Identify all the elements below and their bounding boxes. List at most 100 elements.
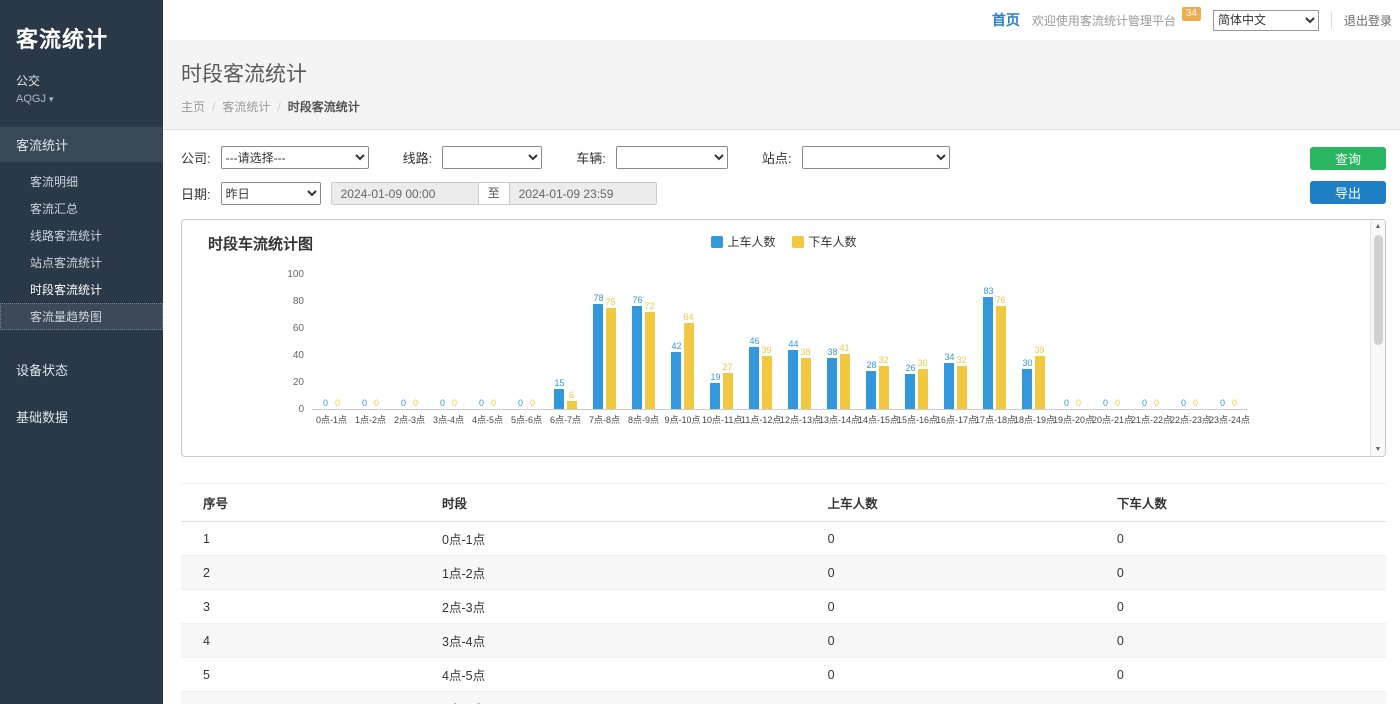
bar	[606, 308, 616, 409]
language-select[interactable]: 简体中文	[1213, 10, 1319, 31]
table-cell: 4点-5点	[434, 658, 820, 692]
sidebar-subitem[interactable]: 客流汇总	[0, 195, 163, 222]
bar-value-label: 0	[1142, 398, 1147, 409]
bar-group: 00	[507, 398, 546, 409]
sidebar-subitem[interactable]: 站点客流统计	[0, 249, 163, 276]
date-preset-select[interactable]: 昨日	[221, 182, 321, 205]
bar-value-label: 0	[323, 398, 328, 409]
chart-scrollbar[interactable]: ▲ ▼	[1370, 220, 1385, 456]
table-row: 54点-5点00	[181, 658, 1386, 692]
table-cell: 6	[181, 692, 434, 704]
bar-value-label: 27	[723, 362, 733, 373]
table-header-cell: 序号	[181, 484, 434, 522]
logout-link[interactable]: 退出登录	[1331, 12, 1392, 29]
table-cell: 0	[820, 590, 1109, 624]
home-link[interactable]: 首页	[992, 10, 1020, 30]
scroll-down-icon[interactable]: ▼	[1375, 443, 1382, 456]
bar-value-label: 0	[335, 398, 340, 409]
sidebar-subitem[interactable]: 时段客流统计	[0, 276, 163, 303]
topbar: 首页 欢迎使用客流统计管理平台 34 简体中文 退出登录	[163, 0, 1400, 40]
bar-group: 7875	[585, 293, 624, 409]
bar-value-label: 42	[671, 341, 681, 352]
sidebar-subitem[interactable]: 客流明细	[0, 168, 163, 195]
bar-group: 3841	[819, 343, 858, 409]
bar-value-label: 32	[879, 355, 889, 366]
export-button[interactable]: 导出	[1310, 181, 1386, 204]
date-to-input[interactable]	[509, 182, 657, 205]
content: 公司: ---请选择--- 线路: 车辆: 站点:	[163, 130, 1400, 704]
chevron-down-icon: ▾	[49, 94, 54, 104]
bar-group: 4639	[741, 336, 780, 409]
x-axis-label: 5点-6点	[507, 413, 546, 426]
sidebar-item-base-data[interactable]: 基础数据	[0, 399, 163, 434]
app-logo: 客流统计	[0, 0, 163, 54]
main-area: 首页 欢迎使用客流统计管理平台 34 简体中文 退出登录 时段客流统计 主页/客…	[163, 0, 1400, 704]
x-axis-label: 17点-18点	[975, 413, 1014, 426]
query-button[interactable]: 查询	[1310, 147, 1386, 170]
bar	[905, 374, 915, 409]
station-select[interactable]	[802, 146, 950, 169]
table-cell: 4	[181, 624, 434, 658]
bar	[788, 350, 798, 409]
bar-group: 3432	[936, 352, 975, 409]
breadcrumb-separator: /	[212, 100, 215, 114]
table-cell: 0	[820, 658, 1109, 692]
bar-value-label: 75	[606, 297, 616, 308]
table-cell: 0	[1109, 658, 1386, 692]
filter-buttons: 查询 导出	[1310, 147, 1386, 204]
y-axis-tick: 100	[266, 269, 304, 280]
breadcrumb-link[interactable]: 客流统计	[222, 100, 270, 114]
vehicle-label: 车辆:	[576, 148, 606, 167]
sidebar-item-passenger-stats[interactable]: 客流统计	[0, 127, 163, 162]
bar	[645, 312, 655, 409]
table-cell: 0	[820, 522, 1109, 556]
table-cell: 0	[1109, 692, 1386, 704]
bar	[879, 366, 889, 409]
bar-value-label: 39	[762, 345, 772, 356]
line-select[interactable]	[442, 146, 542, 169]
app-root: 客流统计 公交 AQGJ▾ 客流统计 客流明细客流汇总线路客流统计站点客流统计时…	[0, 0, 1400, 704]
bar-value-label: 76	[996, 295, 1006, 306]
vehicle-select[interactable]	[616, 146, 728, 169]
bar	[593, 304, 603, 409]
bar-value-label: 28	[866, 360, 876, 371]
bar	[866, 371, 876, 409]
bar-group: 7672	[624, 295, 663, 409]
scroll-up-icon[interactable]: ▲	[1375, 220, 1382, 233]
x-axis-label: 12点-13点	[780, 413, 819, 426]
date-from-input[interactable]	[331, 182, 479, 205]
bar-value-label: 0	[413, 398, 418, 409]
x-axis-label: 4点-5点	[468, 413, 507, 426]
user-dropdown[interactable]: AQGJ▾	[0, 89, 163, 105]
legend-item-alighting[interactable]: 下车人数	[792, 233, 857, 250]
bar-value-label: 64	[684, 312, 694, 323]
x-axis-label: 11点-12点	[741, 413, 780, 426]
y-axis-tick: 40	[266, 350, 304, 361]
table-row: 10点-1点00	[181, 522, 1386, 556]
chart-legend: 上车人数 下车人数	[710, 233, 856, 250]
sidebar-menu: 客流统计 客流明细客流汇总线路客流统计站点客流统计时段客流统计客流量趋势图 设备…	[0, 127, 163, 434]
scrollbar-thumb[interactable]	[1374, 235, 1383, 345]
table-row: 21点-2点00	[181, 556, 1386, 590]
x-axis-label: 9点-10点	[663, 413, 702, 426]
legend-item-boarding[interactable]: 上车人数	[710, 233, 775, 250]
breadcrumb-link[interactable]: 主页	[181, 100, 205, 114]
sidebar-subitem[interactable]: 线路客流统计	[0, 222, 163, 249]
x-axis-label: 8点-9点	[624, 413, 663, 426]
filter-panel: 公司: ---请选择--- 线路: 车辆: 站点:	[181, 146, 1386, 205]
date-label: 日期:	[181, 184, 211, 203]
bar-group: 00	[1131, 398, 1170, 409]
sidebar-subitem[interactable]: 客流量趋势图	[0, 303, 163, 330]
line-label: 线路:	[403, 148, 433, 167]
table-body: 10点-1点0021点-2点0032点-3点0043点-4点0054点-5点00…	[181, 522, 1386, 704]
bar-value-label: 0	[479, 398, 484, 409]
bar-value-label: 72	[645, 301, 655, 312]
bar-group: 2630	[897, 358, 936, 410]
bar-group: 42 64	[663, 312, 702, 409]
bar-group: 156	[546, 378, 585, 409]
date-range-separator: 至	[479, 182, 510, 205]
bar	[567, 401, 577, 409]
legend-label: 下车人数	[809, 233, 857, 250]
sidebar-item-device-status[interactable]: 设备状态	[0, 352, 163, 387]
company-select[interactable]: ---请选择---	[221, 146, 369, 169]
